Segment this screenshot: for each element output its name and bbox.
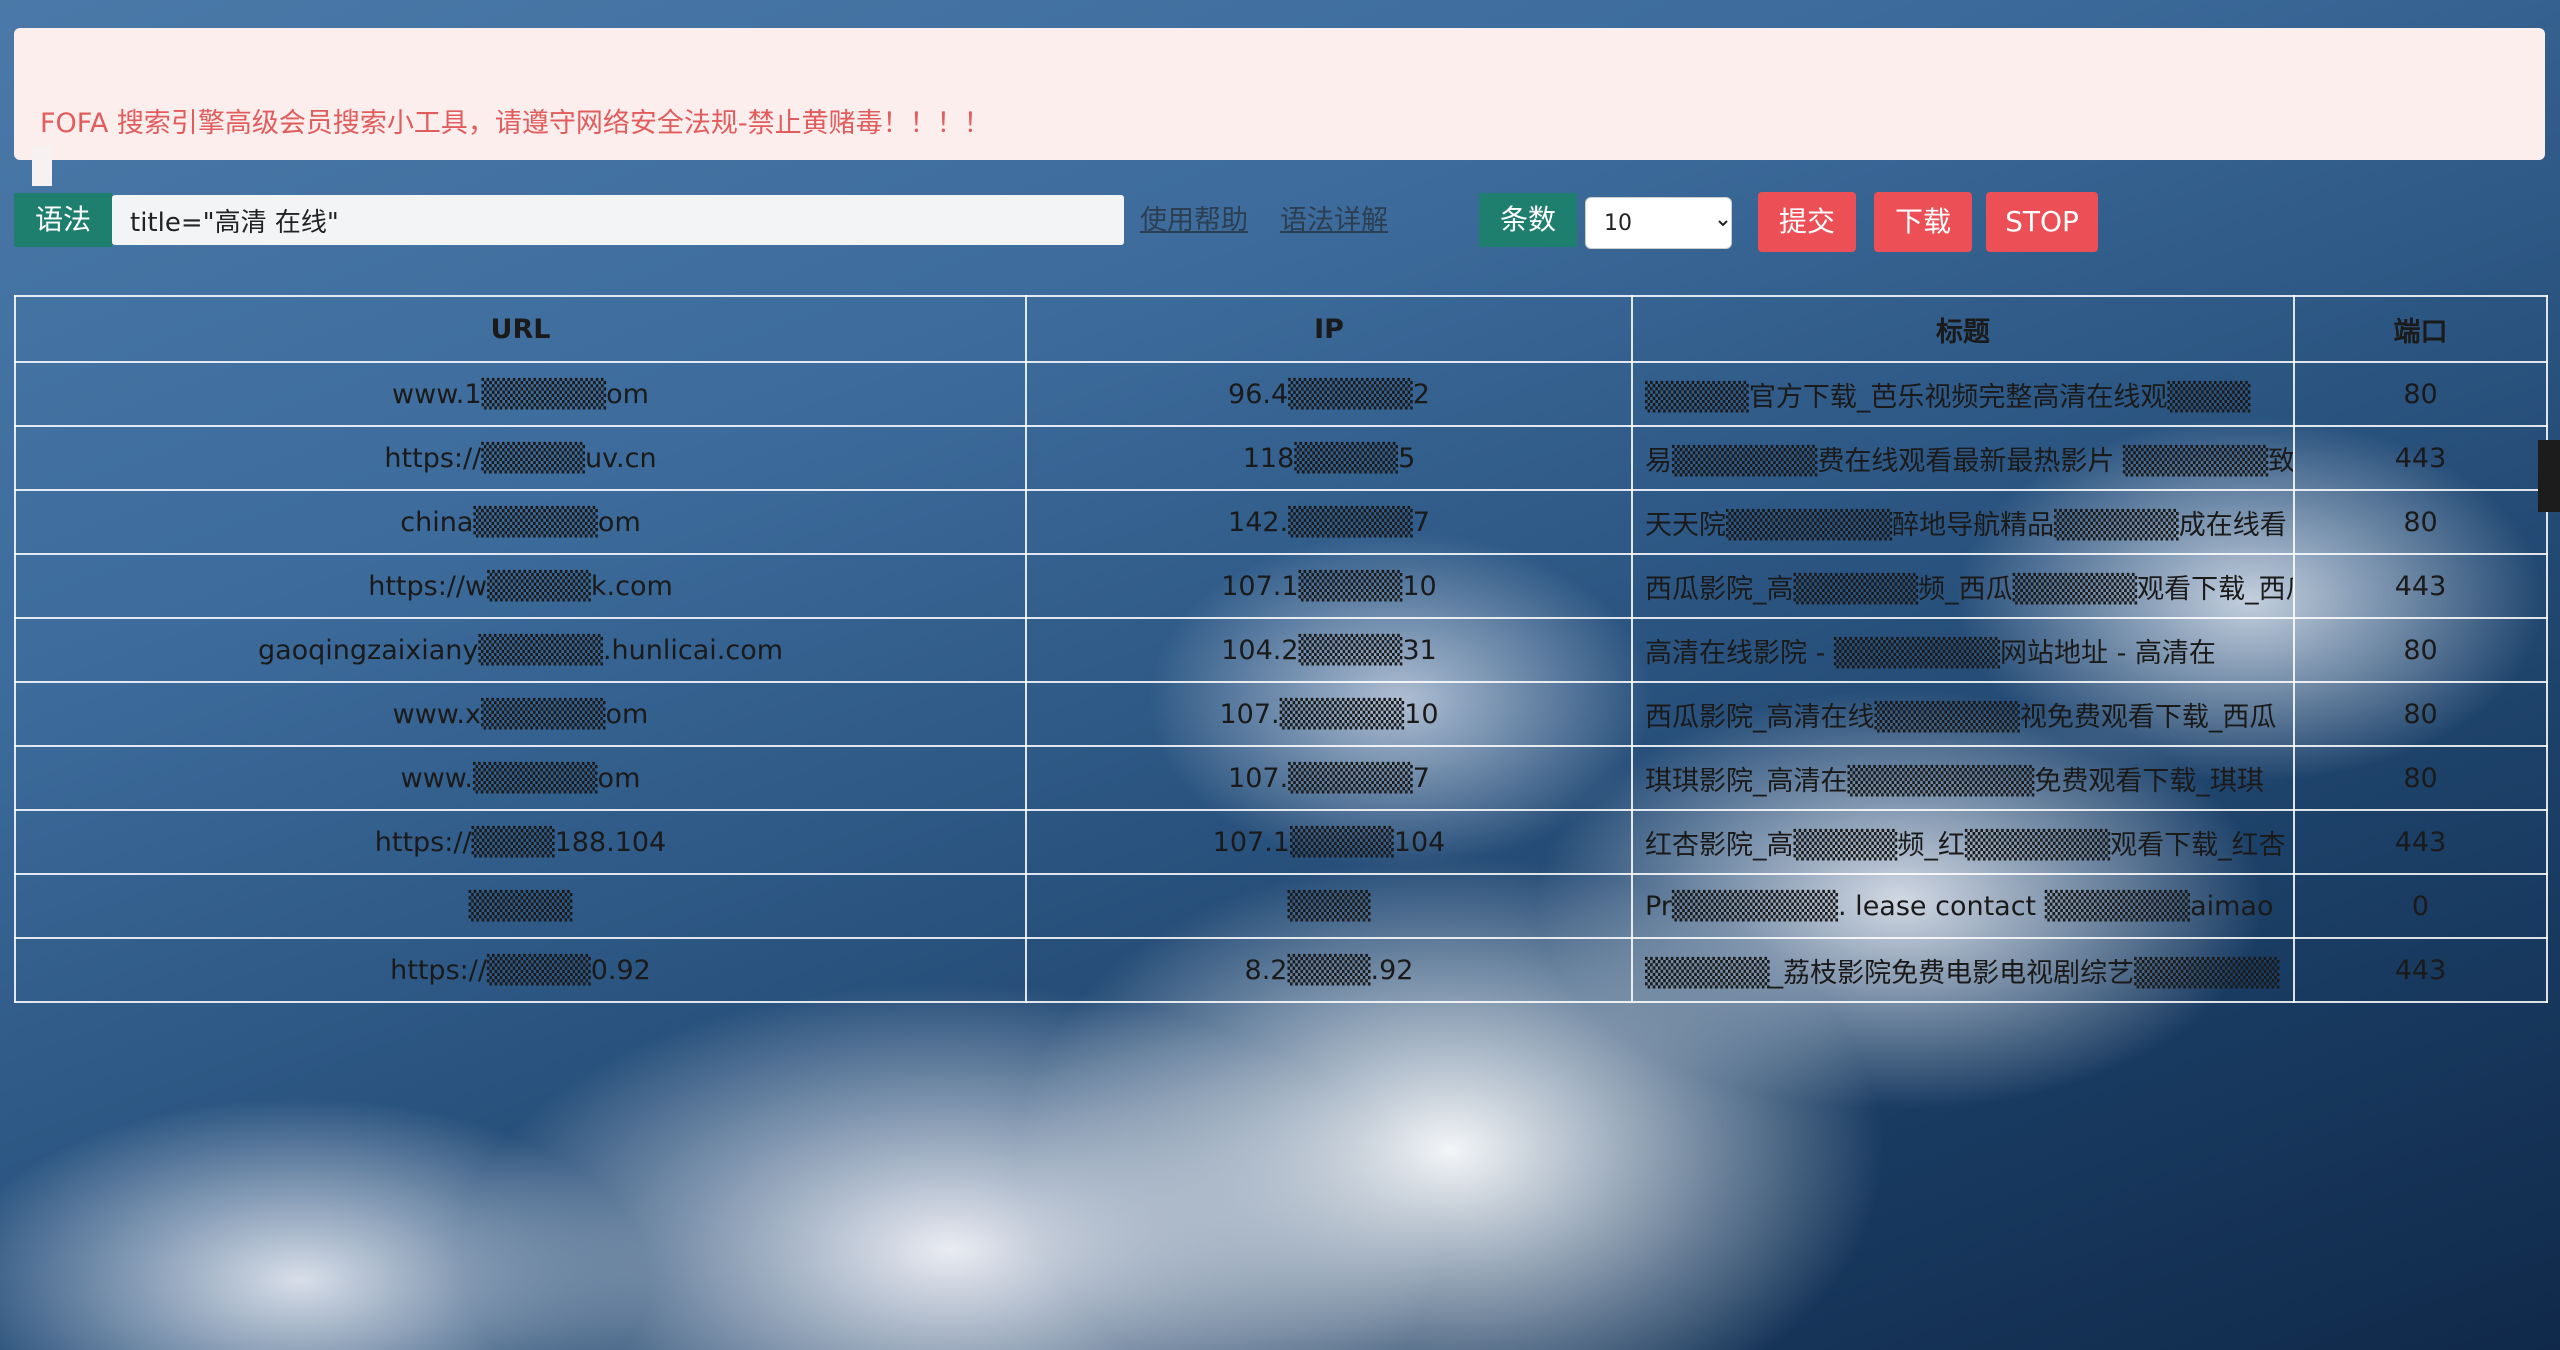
cell-title: 高清在线影院 - ▒▒▒▒▒▒▒▒网站地址 - 高清在: [1631, 617, 2295, 683]
warning-banner: FOFA 搜索引擎高级会员搜索小工具，请遵守网络安全法规-禁止黄赌毒！！！！: [14, 28, 2545, 186]
cell-title: 琪琪影院_高清在▒▒▒▒▒▒▒▒▒免费观看下载_琪琪: [1631, 745, 2295, 811]
cell-url: gaoqingzaixiany▒▒▒▒▒▒.hunlicai.com: [14, 617, 1027, 683]
header-title: 标题: [1631, 295, 2295, 363]
cell-port: 80: [2293, 489, 2548, 555]
table-row: www.x▒▒▒▒▒▒om 107.▒▒▒▒▒▒10 西瓜影院_高清在线▒▒▒▒▒▒…: [14, 681, 2548, 747]
table-header-row: URL IP 标题 端口: [14, 295, 2548, 363]
results-table: URL IP 标题 端口 www.1▒▒▒▒▒▒om 96.4▒▒▒▒▒▒2 ▒▒▒…: [14, 295, 2548, 1003]
stop-button[interactable]: STOP: [1986, 192, 2098, 252]
cell-ip: 107.1▒▒▒▒▒10: [1025, 553, 1633, 619]
cell-url: https://▒▒▒▒188.104: [14, 809, 1027, 875]
count-label: 条数: [1479, 193, 1577, 247]
cell-ip: 8.2▒▒▒▒.92: [1025, 937, 1633, 1003]
table-row: https://▒▒▒▒▒uv.cn 118▒▒▒▒▒5 易▒▒▒▒▒▒▒费在线观看…: [14, 425, 2548, 491]
cell-url: www.▒▒▒▒▒▒om: [14, 745, 1027, 811]
cell-port: 443: [2293, 937, 2548, 1003]
cell-url: https://▒▒▒▒▒0.92: [14, 937, 1027, 1003]
syntax-detail-link[interactable]: 语法详解: [1280, 203, 1388, 239]
cell-port: 80: [2293, 681, 2548, 747]
header-ip: IP: [1025, 295, 1633, 363]
warning-text: FOFA 搜索引擎高级会员搜索小工具，请遵守网络安全法规-禁止黄赌毒！！！！: [40, 108, 991, 139]
table-row: gaoqingzaixiany▒▒▒▒▒▒.hunlicai.com 104.2▒…: [14, 617, 2548, 683]
cell-title: Pr▒▒▒▒▒▒▒▒. lease contact ▒▒▒▒▒▒▒aimao: [1631, 873, 2295, 939]
cell-title: 易▒▒▒▒▒▒▒费在线观看最新最热影片 ▒▒▒▒▒▒▒致: [1631, 425, 2295, 491]
cell-port: 80: [2293, 745, 2548, 811]
table-row: https://w▒▒▒▒▒k.com 107.1▒▒▒▒▒10 西瓜影院_高▒▒▒…: [14, 553, 2548, 619]
cell-ip: 107.▒▒▒▒▒▒10: [1025, 681, 1633, 747]
cell-ip: ▒▒▒▒: [1025, 873, 1633, 939]
submit-button[interactable]: 提交: [1758, 192, 1856, 252]
header-url: URL: [14, 295, 1027, 363]
table-row: ▒▒▒▒▒ ▒▒▒▒ Pr▒▒▒▒▒▒▒▒. lease contact ▒▒▒▒▒…: [14, 873, 2548, 939]
scroll-handle[interactable]: [2538, 440, 2560, 512]
cell-ip: 107.▒▒▒▒▒▒7: [1025, 745, 1633, 811]
cell-ip: 142.▒▒▒▒▒▒7: [1025, 489, 1633, 555]
syntax-label: 语法: [14, 193, 112, 247]
cell-title: 西瓜影院_高清在线▒▒▒▒▒▒▒视免费观看下载_西瓜: [1631, 681, 2295, 747]
cell-ip: 118▒▒▒▒▒5: [1025, 425, 1633, 491]
cell-port: 443: [2293, 425, 2548, 491]
cell-ip: 104.2▒▒▒▒▒31: [1025, 617, 1633, 683]
cell-url: china▒▒▒▒▒▒om: [14, 489, 1027, 555]
cell-port: 0: [2293, 873, 2548, 939]
cell-port: 80: [2293, 617, 2548, 683]
query-input[interactable]: [112, 195, 1124, 245]
help-link[interactable]: 使用帮助: [1140, 203, 1248, 239]
cell-title: 西瓜影院_高▒▒▒▒▒▒频_西瓜▒▒▒▒▒▒观看下载_西瓜: [1631, 553, 2295, 619]
cell-url: https://w▒▒▒▒▒k.com: [14, 553, 1027, 619]
table-row: www.1▒▒▒▒▒▒om 96.4▒▒▒▒▒▒2 ▒▒▒▒▒官方下载_芭乐视频完整…: [14, 361, 2548, 427]
banner-decoration: [32, 146, 52, 186]
cell-url: www.x▒▒▒▒▒▒om: [14, 681, 1027, 747]
table-row: china▒▒▒▒▒▒om 142.▒▒▒▒▒▒7 天天院▒▒▒▒▒▒▒▒醉地导航精…: [14, 489, 2548, 555]
table-row: https://▒▒▒▒188.104 107.1▒▒▒▒▒104 红杏影院_高▒▒…: [14, 809, 2548, 875]
cell-title: ▒▒▒▒▒▒_荔枝影院免费电影电视剧综艺▒▒▒▒▒▒▒: [1631, 937, 2295, 1003]
cell-ip: 96.4▒▒▒▒▒▒2: [1025, 361, 1633, 427]
cell-title: 天天院▒▒▒▒▒▒▒▒醉地导航精品▒▒▒▒▒▒成在线看: [1631, 489, 2295, 555]
cell-port: 80: [2293, 361, 2548, 427]
header-port: 端口: [2293, 295, 2548, 363]
cell-url: ▒▒▒▒▒: [14, 873, 1027, 939]
cell-url: www.1▒▒▒▒▒▒om: [14, 361, 1027, 427]
cell-ip: 107.1▒▒▒▒▒104: [1025, 809, 1633, 875]
cell-port: 443: [2293, 553, 2548, 619]
cell-port: 443: [2293, 809, 2548, 875]
download-button[interactable]: 下载: [1874, 192, 1972, 252]
table-row: www.▒▒▒▒▒▒om 107.▒▒▒▒▒▒7 琪琪影院_高清在▒▒▒▒▒▒▒▒▒…: [14, 745, 2548, 811]
table-row: https://▒▒▒▒▒0.92 8.2▒▒▒▒.92 ▒▒▒▒▒▒_荔枝影院免费…: [14, 937, 2548, 1003]
cell-title: ▒▒▒▒▒官方下载_芭乐视频完整高清在线观▒▒▒▒: [1631, 361, 2295, 427]
count-select[interactable]: 10: [1585, 197, 1732, 249]
cell-title: 红杏影院_高▒▒▒▒▒频_红▒▒▒▒▒▒▒观看下载_红杏: [1631, 809, 2295, 875]
cell-url: https://▒▒▒▒▒uv.cn: [14, 425, 1027, 491]
